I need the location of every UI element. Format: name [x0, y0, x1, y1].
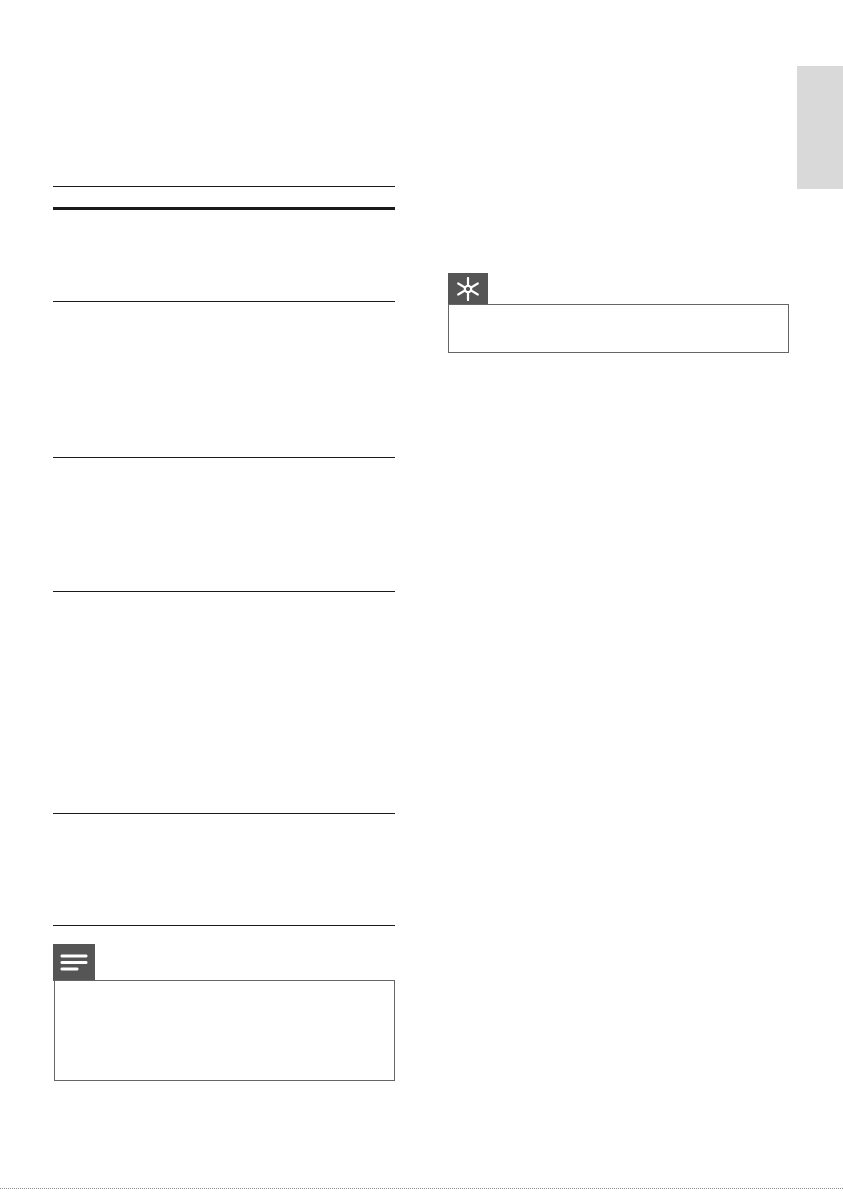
table-row-divider [53, 813, 395, 814]
note-box [54, 980, 395, 1081]
note-lines-icon [60, 954, 88, 971]
table-row-divider [53, 301, 395, 302]
asterisk-icon [457, 276, 479, 302]
note-label-tab [53, 944, 95, 981]
table-row-divider [53, 591, 395, 592]
footer-rule [0, 1188, 843, 1189]
table-header-rule [53, 207, 395, 210]
table-row-divider [53, 925, 395, 926]
table-row-divider [53, 457, 395, 458]
language-side-tab [797, 66, 843, 189]
tip-label-tab [448, 273, 488, 305]
tip-box [448, 304, 789, 353]
table-rule-top [53, 186, 395, 187]
